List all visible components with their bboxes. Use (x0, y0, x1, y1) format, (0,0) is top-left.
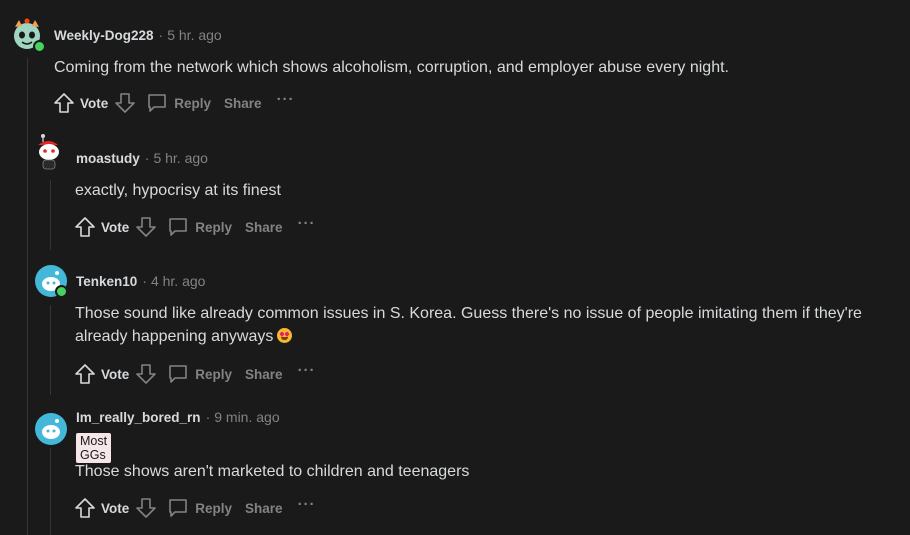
username[interactable]: Weekly-Dog228 (54, 28, 154, 43)
thread-line[interactable] (27, 58, 28, 535)
reply-button[interactable]: Reply (167, 363, 232, 385)
comment-actions: Vote Reply Share ··· (74, 215, 316, 238)
online-indicator (55, 285, 68, 298)
username[interactable]: Im_really_bored_rn (76, 410, 201, 425)
reply-button[interactable]: Reply (167, 216, 232, 238)
username[interactable]: Tenken10 (76, 274, 137, 289)
thread-line[interactable] (50, 448, 51, 535)
timestamp[interactable]: 4 hr. ago (151, 273, 206, 289)
comment-meta: Weekly-Dog228 · 5 hr. ago (54, 27, 222, 43)
more-icon[interactable]: ··· (298, 215, 316, 232)
upvote-icon[interactable] (74, 363, 96, 385)
comment-meta: moastudy · 5 hr. ago (76, 150, 208, 166)
thread-line[interactable] (50, 180, 51, 250)
downvote-icon[interactable] (135, 216, 157, 238)
comment-text: Coming from the network which shows alco… (54, 59, 729, 76)
comment-thread: Weekly-Dog228 · 5 hr. ago Coming from th… (0, 0, 910, 535)
more-icon[interactable]: ··· (277, 91, 295, 108)
star-struck-emoji (277, 328, 293, 343)
comment-body: exactly, hypocrisy at its finest (75, 179, 281, 202)
share-button[interactable]: Share (224, 96, 262, 111)
comment-actions: Vote Reply Share ··· (53, 91, 295, 114)
comment-text: already happening anyways (75, 328, 274, 345)
reply-label: Reply (195, 366, 233, 382)
comment-icon (167, 216, 189, 238)
separator: · (205, 409, 211, 425)
reply-label: Reply (195, 219, 233, 235)
vote-group: Vote (74, 497, 157, 519)
reply-label: Reply (174, 95, 212, 111)
share-button[interactable]: Share (245, 367, 283, 382)
username[interactable]: moastudy (76, 151, 140, 166)
comment-body: Those shows aren't marketed to children … (75, 460, 469, 483)
reply-button[interactable]: Reply (146, 92, 211, 114)
comment-text: Those shows aren't marketed to children … (75, 463, 470, 480)
avatar[interactable] (34, 412, 68, 446)
more-icon[interactable]: ··· (298, 362, 316, 379)
avatar[interactable] (10, 17, 46, 53)
downvote-icon[interactable] (114, 92, 136, 114)
downvote-icon[interactable] (135, 363, 157, 385)
reply-button[interactable]: Reply (167, 497, 232, 519)
more-icon[interactable]: ··· (298, 496, 316, 513)
comment-actions: Vote Reply Share ··· (74, 362, 316, 385)
comment-text: Those sound like already common issues i… (75, 305, 862, 322)
upvote-icon[interactable] (53, 92, 75, 114)
vote-group: Vote (74, 216, 157, 238)
timestamp[interactable]: 5 hr. ago (153, 150, 208, 166)
comment-icon (146, 92, 168, 114)
thread-line[interactable] (50, 305, 51, 395)
comment-icon (167, 497, 189, 519)
vote-count: Vote (101, 219, 130, 235)
user-flair: Most GGs (76, 433, 112, 463)
share-button[interactable]: Share (245, 501, 283, 516)
timestamp[interactable]: 5 hr. ago (167, 27, 222, 43)
separator: · (158, 27, 164, 43)
upvote-icon[interactable] (74, 216, 96, 238)
vote-group: Vote (53, 92, 136, 114)
upvote-icon[interactable] (74, 497, 96, 519)
share-button[interactable]: Share (245, 220, 283, 235)
vote-count: Vote (101, 500, 130, 516)
avatar[interactable] (34, 264, 68, 298)
comment-meta: Im_really_bored_rn · 9 min. ago (76, 409, 280, 425)
separator: · (144, 150, 150, 166)
comment-icon (167, 363, 189, 385)
comment-body: Those sound like already common issues i… (75, 302, 862, 348)
comment-meta: Tenken10 · 4 hr. ago (76, 273, 205, 289)
separator: · (142, 273, 147, 289)
comment-body: Coming from the network which shows alco… (54, 56, 729, 79)
avatar[interactable] (34, 133, 68, 170)
timestamp[interactable]: 9 min. ago (214, 409, 279, 425)
vote-group: Vote (74, 363, 157, 385)
comment-actions: Vote Reply Share ··· (74, 496, 316, 519)
online-indicator (33, 40, 46, 53)
reply-label: Reply (195, 500, 233, 516)
vote-count: Vote (101, 366, 130, 382)
comment-text: exactly, hypocrisy at its finest (75, 182, 281, 199)
downvote-icon[interactable] (135, 497, 157, 519)
vote-count: Vote (80, 95, 109, 111)
